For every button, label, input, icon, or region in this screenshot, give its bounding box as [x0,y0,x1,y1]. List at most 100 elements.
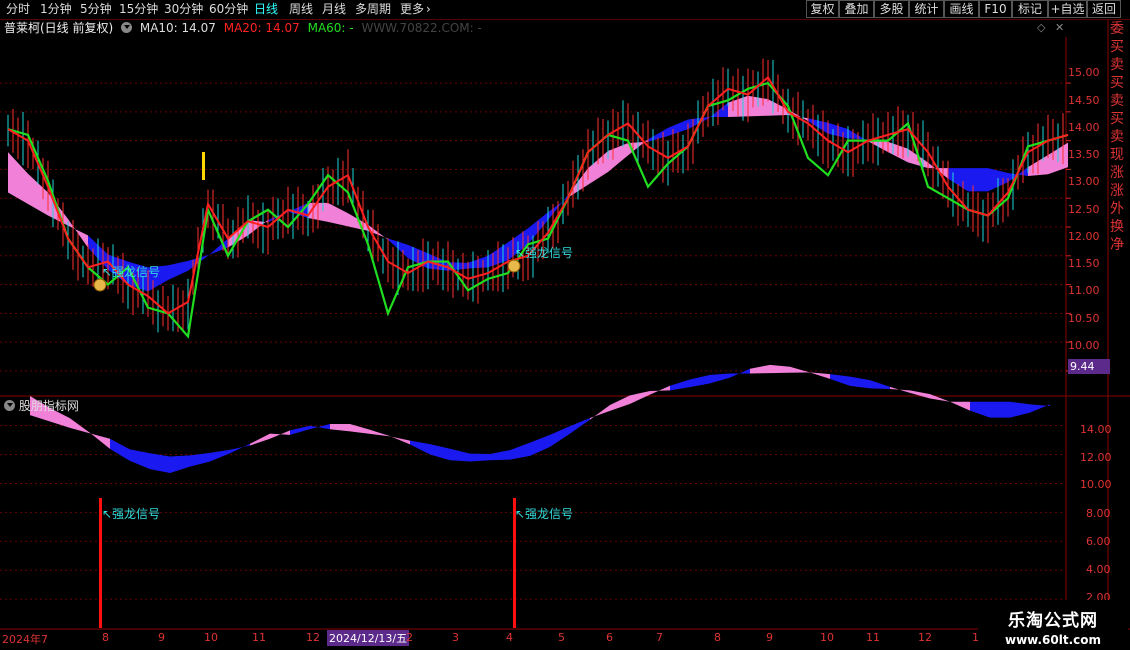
price-chart[interactable] [0,0,1130,650]
lower-panel-title: 股朋指标网 [18,399,79,413]
lower-band [830,374,850,386]
x-tick: 3 [452,631,459,644]
lower-band [250,433,270,446]
trend-band [8,152,28,204]
lower-band [590,404,610,420]
lower-band [930,394,950,402]
lower-band [670,379,690,391]
lower-tick: 8.00 [1086,507,1111,520]
side-panel-label: 买 [1110,39,1124,55]
lower-band [690,374,710,388]
x-tick: 7 [656,631,663,644]
lower-band [510,442,530,460]
lower-band [330,424,350,432]
x-tick: 5 [558,631,565,644]
side-panel-label: 委 [1110,21,1124,37]
lower-band [90,432,110,449]
lower-band [190,452,210,467]
lower-tick: 4.00 [1086,563,1111,576]
lower-band [990,401,1010,418]
side-panel-label: 买 [1110,111,1124,127]
signal-label: ↖强龙信号 [102,265,161,279]
lower-band [110,438,130,461]
lower-tick: 10.00 [1080,478,1112,491]
side-panel-label: 净 [1110,237,1124,253]
x-tick: 12 [918,631,932,644]
lower-band [870,380,890,390]
trend-band [608,142,628,172]
lower-band [430,444,450,461]
lower-band [650,385,670,395]
lower-tick: 6.00 [1086,535,1111,548]
x-tick: 8 [102,631,109,644]
x-tick: 2 [406,631,413,644]
side-panel-label: 卖 [1110,57,1124,73]
side-panel-label: 外 [1110,201,1124,217]
lower-band [470,453,490,462]
price-tick: 11.50 [1068,257,1100,270]
signal-label: ↖强龙信号 [102,507,161,521]
lower-band [230,443,250,454]
quote-side-panel: 委买卖买卖买卖现涨涨外换净 [1110,20,1130,396]
brand-title: 乐淘公式网 [1008,611,1098,631]
lower-band [850,376,870,389]
x-tick: 8 [714,631,721,644]
trend-band [968,168,988,192]
lower-band [410,440,430,455]
price-tick: 13.50 [1068,148,1100,161]
x-tick: 10 [820,631,834,644]
lower-band [130,449,150,470]
lower-band [370,429,390,437]
money-bag-icon [93,278,107,292]
lower-band [970,401,990,418]
price-tick: 13.00 [1068,175,1100,188]
price-tick: 11.00 [1068,284,1100,297]
lower-band [630,390,650,404]
lower-band [770,364,790,374]
x-tick: 2024年7 [2,633,48,646]
lower-band [270,430,290,439]
lower-band [550,426,570,447]
trend-band [168,260,188,280]
lower-band [310,424,330,430]
side-panel-label: 卖 [1110,93,1124,109]
lower-band [750,364,770,374]
side-panel-label: 涨 [1110,183,1124,199]
lower-band [210,449,230,462]
brand-watermark: 乐淘公式网 www.60lt.com [978,600,1128,650]
price-tick: 12.00 [1068,230,1100,243]
price-tick: 14.50 [1068,94,1100,107]
lower-band [910,390,930,399]
volume-marker [202,152,205,180]
lower-band [730,368,750,378]
price-tick: 10.50 [1068,312,1100,325]
current-price-tag: 9.44 [1068,359,1110,374]
lower-band [950,401,970,411]
lower-band [1030,404,1050,413]
side-panel-label: 换 [1110,219,1124,235]
x-tick: 9 [158,631,165,644]
x-tick: 12 [306,631,320,644]
side-panel-label: 现 [1110,147,1124,163]
price-tick: 14.00 [1068,121,1100,134]
x-tick: 11 [866,631,880,644]
lower-band [290,425,310,435]
lower-band [490,450,510,461]
x-tick: 10 [204,631,218,644]
price-tick: 12.50 [1068,203,1100,216]
cursor-date: 2024/12/13/五 [327,630,410,646]
signal-label: ↖强龙信号 [515,507,574,521]
lower-band [450,448,470,462]
signal-label: ↖强龙信号 [515,246,574,260]
x-tick: 6 [606,631,613,644]
lower-band [530,434,550,456]
dropdown-circle-icon[interactable] [4,400,15,411]
side-panel-label: 买 [1110,75,1124,91]
side-panel-label: 涨 [1110,165,1124,181]
lower-band [610,395,630,411]
lower-band [150,453,170,473]
lower-tick: 12.00 [1080,451,1112,464]
lower-band [710,373,730,384]
side-panel-label: 卖 [1110,129,1124,145]
ma20-line [7,81,1069,339]
